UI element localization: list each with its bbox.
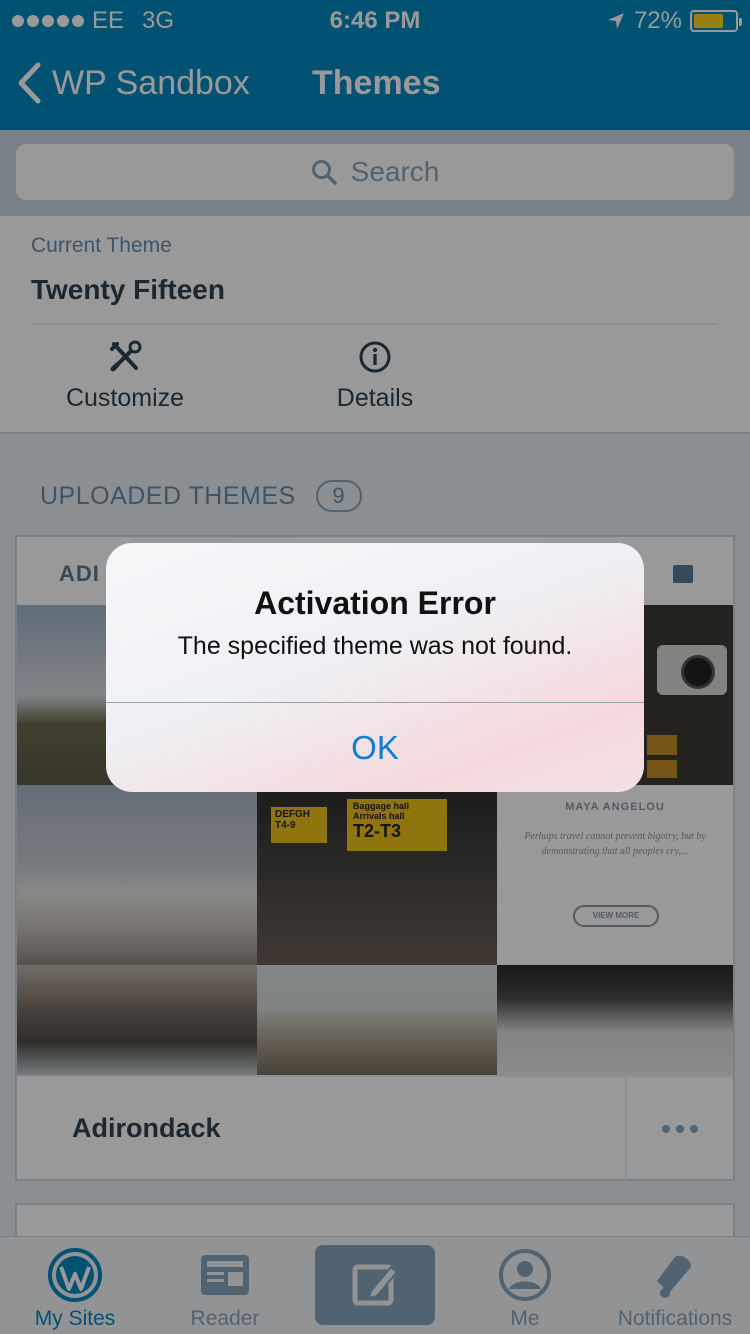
alert-ok-button[interactable]: OK [106, 703, 644, 792]
alert-message: The specified theme was not found. [177, 632, 573, 660]
alert-title: Activation Error [254, 585, 496, 621]
activation-error-alert: Activation Error The specified theme was… [106, 543, 644, 792]
